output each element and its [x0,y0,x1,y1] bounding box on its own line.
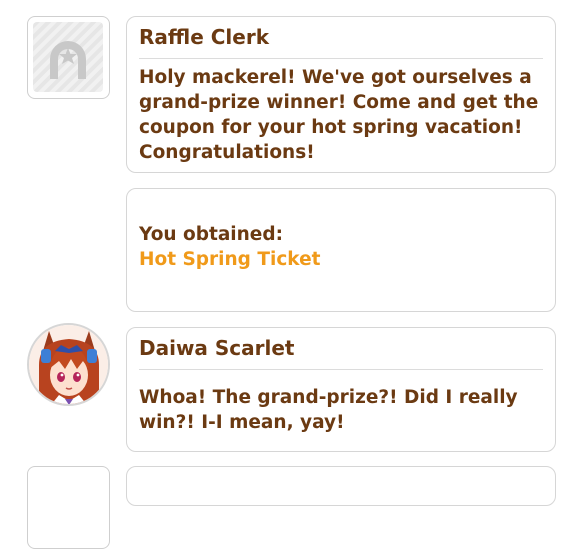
divider [139,369,543,370]
daiwa-scarlet-portrait [29,325,108,404]
item-obtained-message: You obtained: Hot Spring Ticket [139,222,545,272]
daiwa-scarlet-avatar [27,323,110,406]
speaker-name: Raffle Clerk [139,25,270,49]
dialogue-text: Holy mackerel! We've got ourselves a gra… [139,67,539,163]
dialogue-text: Whoa! The grand-prize?! Did I really win… [139,387,518,433]
speaker-name: Daiwa Scarlet [139,336,295,360]
placeholder-avatar-icon [33,22,103,92]
next-dialogue-card [126,466,556,506]
raffle-clerk-avatar [27,16,110,99]
obtained-item-name: Hot Spring Ticket [139,249,321,270]
divider [139,58,543,59]
dialogue-card-daiwa-scarlet: Daiwa Scarlet Whoa! The grand-prize?! Di… [126,327,556,452]
obtained-label: You obtained: [139,224,283,245]
item-obtained-card: You obtained: Hot Spring Ticket [126,188,556,312]
next-avatar [27,466,110,549]
dialogue-card-raffle-clerk: Raffle Clerk Holy mackerel! We've got ou… [126,16,556,173]
